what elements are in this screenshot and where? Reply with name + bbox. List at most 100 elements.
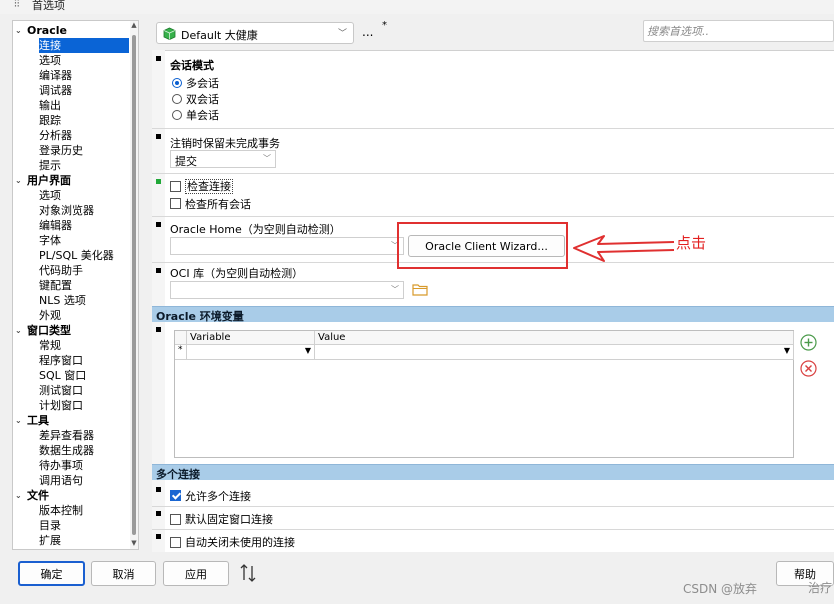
- tree-item[interactable]: 编译器: [39, 68, 72, 83]
- radio-label: 双会话: [186, 93, 219, 106]
- variable-cell[interactable]: ▼: [187, 345, 315, 360]
- profile-cube-icon: [163, 27, 176, 40]
- scroll-up-icon[interactable]: ▲: [130, 21, 138, 29]
- radio-dual-session[interactable]: [172, 94, 182, 104]
- chevron-down-icon: ﹀: [391, 285, 399, 294]
- new-row-marker: *: [175, 345, 187, 360]
- tree-item[interactable]: 扩展: [39, 533, 61, 548]
- check-connection-label: 检查连接: [185, 179, 233, 194]
- more-button[interactable]: ...: [362, 25, 373, 39]
- logoff-label: 注销时保留未完成事务: [170, 137, 280, 150]
- tree-item[interactable]: 计划窗口: [39, 398, 83, 413]
- tree-item[interactable]: 差异查看器: [39, 428, 94, 443]
- row-separator: [152, 128, 834, 129]
- row-separator: [152, 506, 834, 507]
- apply-button[interactable]: 应用: [163, 561, 229, 586]
- tree-item[interactable]: 调试器: [39, 83, 72, 98]
- tree-item[interactable]: 选项: [39, 188, 61, 203]
- tree-item[interactable]: 编辑器: [39, 218, 72, 233]
- dropdown-arrow-icon: ▼: [304, 346, 311, 355]
- tree-item[interactable]: 外观: [39, 308, 61, 323]
- tree-item[interactable]: 提示: [39, 158, 61, 173]
- oracle-home-select[interactable]: ﹀: [170, 237, 404, 255]
- allow-multiple-checkbox[interactable]: [170, 490, 181, 501]
- column-header-value[interactable]: Value: [315, 331, 794, 345]
- tree-item[interactable]: 连接: [39, 38, 129, 53]
- remove-icon[interactable]: [800, 360, 817, 377]
- tree-item[interactable]: 数据生成器: [39, 443, 94, 458]
- modified-indicator: *: [382, 20, 387, 31]
- tree-group[interactable]: 用户界面 ⌄: [15, 173, 71, 188]
- tree-item[interactable]: 待办事项: [39, 458, 83, 473]
- tree-group[interactable]: Oracle ⌄: [15, 23, 67, 38]
- row-marker: [156, 511, 161, 516]
- ok-button[interactable]: 确定: [18, 561, 85, 586]
- tree-item[interactable]: PL/SQL 美化器: [39, 248, 114, 263]
- tree-item[interactable]: 目录: [39, 518, 61, 533]
- tree-item[interactable]: 字体: [39, 233, 61, 248]
- tree-item[interactable]: 对象浏览器: [39, 203, 94, 218]
- scroll-down-icon[interactable]: ▼: [130, 539, 138, 547]
- search-input[interactable]: [643, 20, 834, 42]
- auto-close-checkbox[interactable]: [170, 537, 181, 548]
- row-separator: [152, 529, 834, 530]
- annotation-text: 点击: [676, 234, 707, 252]
- collapse-chevron-icon[interactable]: ⌄: [15, 173, 25, 188]
- tree-group[interactable]: 窗口类型 ⌄: [15, 323, 71, 338]
- check-all-sessions-label: 检查所有会话: [185, 198, 251, 211]
- folder-icon[interactable]: [412, 282, 428, 296]
- row-marker-modified: [156, 179, 161, 184]
- row-marker: [156, 327, 161, 332]
- tree-scroll-thumb[interactable]: [132, 35, 136, 535]
- profile-select[interactable]: Default 大健康 ﹀: [156, 22, 354, 44]
- radio-label: 多会话: [186, 77, 219, 90]
- tree-item[interactable]: SQL 窗口: [39, 368, 86, 383]
- annotation-arrow-icon: [573, 235, 675, 262]
- value-cell[interactable]: ▼: [315, 345, 794, 360]
- watermark-fragment: 治疗: [808, 581, 833, 595]
- row-marker: [156, 134, 161, 139]
- tree-item[interactable]: 登录历史: [39, 143, 83, 158]
- logoff-select[interactable]: 提交 ﹀: [170, 150, 276, 168]
- tree-group[interactable]: 文件 ⌄: [15, 488, 49, 503]
- tree-item[interactable]: 分析器: [39, 128, 72, 143]
- tree-item[interactable]: 版本控制: [39, 503, 83, 518]
- dropdown-arrow-icon: ▼: [783, 346, 790, 355]
- oracle-home-label: Oracle Home（为空则自动检测）: [170, 223, 341, 236]
- env-variables-grid[interactable]: Variable Value * ▼ ▼: [174, 330, 794, 458]
- radio-label: 单会话: [186, 109, 219, 122]
- logoff-value: 提交: [175, 155, 197, 168]
- tree-item[interactable]: 调用语句: [39, 473, 83, 488]
- radio-single-session[interactable]: [172, 110, 182, 120]
- check-connection-checkbox[interactable]: [170, 181, 181, 192]
- env-section-header: Oracle 环境变量: [152, 306, 834, 323]
- tree-item[interactable]: 输出: [39, 98, 61, 113]
- tree-item[interactable]: 键配置: [39, 278, 72, 293]
- collapse-chevron-icon[interactable]: ⌄: [15, 23, 25, 38]
- tree-scrollbar[interactable]: ▲ ▼: [130, 21, 138, 549]
- tree-group[interactable]: 工具 ⌄: [15, 413, 49, 428]
- tree-item[interactable]: NLS 选项: [39, 293, 86, 308]
- profile-value: Default 大健康: [181, 29, 258, 42]
- oci-select[interactable]: ﹀: [170, 281, 404, 299]
- check-all-sessions-checkbox[interactable]: [170, 198, 181, 209]
- collapse-chevron-icon[interactable]: ⌄: [15, 488, 25, 503]
- collapse-chevron-icon[interactable]: ⌄: [15, 413, 25, 428]
- collapse-chevron-icon[interactable]: ⌄: [15, 323, 25, 338]
- add-icon[interactable]: [800, 334, 817, 351]
- cancel-button[interactable]: 取消: [91, 561, 156, 586]
- sort-arrows-icon[interactable]: [239, 563, 257, 583]
- tree-item[interactable]: 测试窗口: [39, 383, 83, 398]
- tree-item[interactable]: 常规: [39, 338, 61, 353]
- default-fixed-checkbox[interactable]: [170, 514, 181, 525]
- tree-item[interactable]: 跟踪: [39, 113, 61, 128]
- column-header-variable[interactable]: Variable: [187, 331, 315, 345]
- preferences-tree[interactable]: Oracle ⌄ 连接 选项 编译器 调试器 输出 跟踪 分析器 登录历史 提示 用户界面 ⌄ 选项 对象浏…: [12, 20, 139, 550]
- row-marker: [156, 56, 161, 61]
- tree-item[interactable]: 程序窗口: [39, 353, 83, 368]
- chevron-down-icon: ﹀: [263, 154, 271, 163]
- radio-multi-session[interactable]: [172, 78, 182, 88]
- env-section-title: Oracle 环境变量: [156, 310, 244, 323]
- tree-item[interactable]: 代码助手: [39, 263, 83, 278]
- tree-item[interactable]: 选项: [39, 53, 61, 68]
